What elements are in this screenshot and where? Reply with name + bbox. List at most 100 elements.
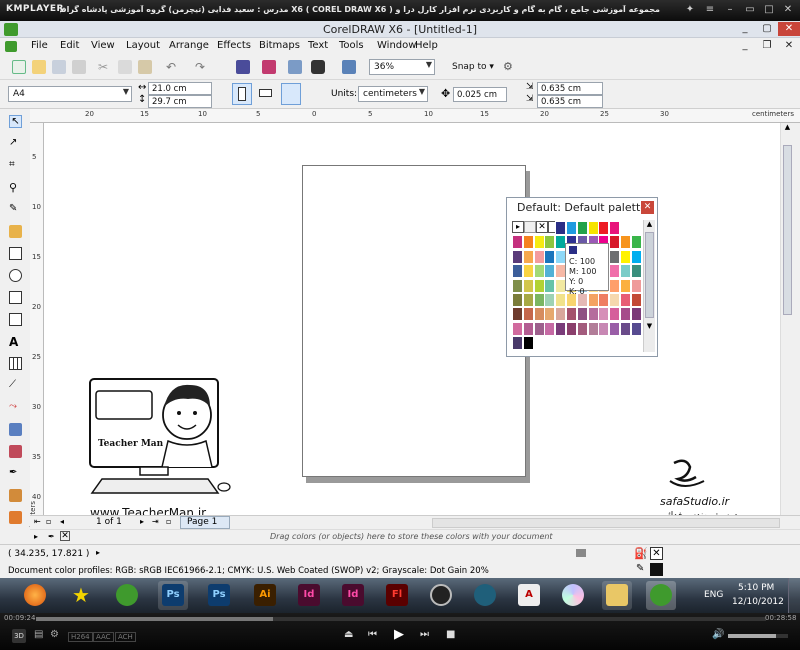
menu-table[interactable]: Tools	[339, 40, 364, 51]
outline-black-swatch[interactable]	[650, 563, 663, 576]
palette-swatch[interactable]	[620, 307, 631, 322]
palette-close-button[interactable]: ✕	[641, 201, 654, 214]
palette-swatch[interactable]	[555, 221, 567, 235]
no-fill-swatch-icon[interactable]: ✕	[536, 221, 548, 233]
palette-swatch[interactable]	[533, 321, 545, 336]
rectangle-tool-icon[interactable]	[9, 247, 22, 260]
vertical-scrollbar[interactable]: ▲	[780, 123, 794, 515]
palette-swatch[interactable]	[544, 293, 556, 307]
eyedropper-swatch-icon[interactable]	[524, 221, 536, 233]
palette-swatch[interactable]	[512, 321, 523, 336]
redo-icon[interactable]: ↷	[195, 60, 209, 74]
new-icon[interactable]	[12, 60, 26, 74]
document-icon[interactable]	[5, 41, 17, 52]
add-page-after-icon[interactable]: ▫	[166, 517, 171, 526]
palette-swatch[interactable]	[522, 293, 534, 307]
palette-swatch[interactable]	[533, 278, 545, 293]
palette-swatch[interactable]	[522, 249, 534, 264]
fill-none-swatch[interactable]: ✕	[650, 547, 663, 560]
fill-tool-icon[interactable]	[9, 511, 22, 524]
palette-swatch[interactable]	[512, 264, 523, 279]
palette-swatch[interactable]	[522, 278, 534, 293]
palette-swatch[interactable]	[576, 307, 588, 322]
ellipse-tool-icon[interactable]	[9, 269, 22, 282]
palette-swatch[interactable]	[587, 321, 599, 336]
next-page-icon[interactable]: ▸	[140, 517, 144, 526]
player-restore-icon[interactable]: ▭	[743, 3, 757, 17]
connector-tool-icon[interactable]: ⤳	[9, 401, 22, 414]
welcome-screen-icon[interactable]	[342, 60, 356, 74]
photoshop-taskbar-button[interactable]: Ps	[158, 581, 188, 610]
palette-swatch[interactable]	[587, 221, 599, 235]
all-pages-icon[interactable]	[281, 83, 301, 105]
palette-swatch[interactable]	[620, 249, 631, 264]
palette-swatch[interactable]	[533, 249, 545, 264]
pick-tool-icon[interactable]: ↖	[9, 115, 22, 128]
palette-swatch[interactable]	[512, 336, 523, 351]
application-launcher-icon[interactable]	[311, 60, 325, 74]
eject-icon[interactable]: ⏏	[344, 629, 353, 640]
settings-icon[interactable]: ⚙	[50, 629, 59, 640]
playlist-icon[interactable]: ▤	[34, 629, 43, 640]
palette-swatch[interactable]	[533, 264, 545, 279]
volume-icon[interactable]: 🔊	[712, 629, 724, 640]
palette-swatch[interactable]	[630, 235, 642, 250]
snap-to-button[interactable]: Snap to ▾	[452, 62, 494, 72]
doc-restore-button[interactable]: ❐	[756, 39, 778, 53]
save-icon[interactable]	[52, 60, 66, 74]
palette-swatch[interactable]	[544, 264, 556, 279]
corel-connect-taskbar-button[interactable]	[470, 581, 500, 610]
firefox-taskbar-button[interactable]	[20, 581, 50, 610]
palette-swatch[interactable]	[566, 321, 577, 336]
palette-swatch[interactable]	[609, 293, 621, 307]
maximize-button[interactable]: ▢	[756, 22, 778, 36]
default-palette-window[interactable]: Default: Default palette ✕ ▸ ✕ ▲ ▼ C: 10…	[506, 197, 658, 357]
publish-pdf-icon[interactable]	[288, 60, 302, 74]
palette-swatch[interactable]	[566, 307, 577, 322]
open-icon[interactable]	[32, 60, 46, 74]
close-button[interactable]: ✕	[778, 22, 800, 36]
player-maximize-icon[interactable]: □	[762, 3, 776, 17]
page-border[interactable]	[302, 165, 526, 477]
outline-pen-tool-icon[interactable]	[9, 489, 22, 502]
horizontal-ruler[interactable]: 20 15 10 5 0 5 10 15 20 25 30 centimeter…	[30, 109, 800, 123]
palette-swatch[interactable]	[630, 321, 642, 336]
doc-palette-eyedropper-icon[interactable]: ✒	[48, 532, 55, 541]
palette-swatch[interactable]	[609, 321, 621, 336]
palette-swatch[interactable]	[522, 321, 534, 336]
shape-tool-icon[interactable]: ↗	[9, 137, 22, 150]
menu-tools[interactable]: Window	[377, 40, 416, 51]
palette-swatch[interactable]	[522, 307, 534, 322]
teacherman-logo[interactable]: Teacher Man	[82, 371, 232, 503]
palette-swatch[interactable]	[620, 235, 631, 250]
doc-palette-no-color-icon[interactable]: ✕	[60, 531, 70, 541]
vertical-ruler[interactable]: 5 10 15 20 25 30 35 40 centimeters	[29, 123, 44, 543]
palette-swatch[interactable]	[544, 278, 556, 293]
palette-swatch[interactable]	[555, 293, 567, 307]
landscape-button[interactable]	[256, 83, 276, 105]
color-profiles-text[interactable]: Document color profiles: RGB: sRGB IEC61…	[8, 566, 489, 576]
palette-swatch[interactable]	[544, 235, 556, 250]
polygon-tool-icon[interactable]	[9, 291, 22, 304]
palette-swatch[interactable]	[533, 235, 545, 250]
text-tool-icon[interactable]: A	[9, 335, 22, 349]
units-select[interactable]: centimeters ▼	[358, 86, 428, 102]
palette-swatch[interactable]	[620, 264, 631, 279]
previous-icon[interactable]: ⏮	[368, 629, 377, 640]
coreldraw-active-taskbar-button[interactable]	[646, 581, 676, 610]
transparency-tool-icon[interactable]	[9, 445, 22, 458]
palette-swatch[interactable]	[522, 264, 534, 279]
flash-taskbar-button[interactable]: Fl	[382, 581, 412, 610]
palette-swatch[interactable]	[598, 321, 610, 336]
player-minimize-icon[interactable]: –	[723, 3, 737, 17]
corel-capture-taskbar-button[interactable]	[426, 581, 456, 610]
palette-swatch[interactable]	[512, 293, 523, 307]
palette-swatch[interactable]	[512, 278, 523, 293]
palette-swatch[interactable]	[609, 235, 621, 250]
eyedropper-tool-icon[interactable]: ✒	[9, 467, 22, 480]
minimize-button[interactable]: _	[734, 22, 756, 36]
page-size-select[interactable]: A4 ▼	[8, 86, 132, 102]
explorer-taskbar-button[interactable]	[602, 581, 632, 610]
palette-scrollbar[interactable]: ▲ ▼	[643, 220, 655, 352]
pin-icon[interactable]: ✦	[683, 3, 697, 17]
